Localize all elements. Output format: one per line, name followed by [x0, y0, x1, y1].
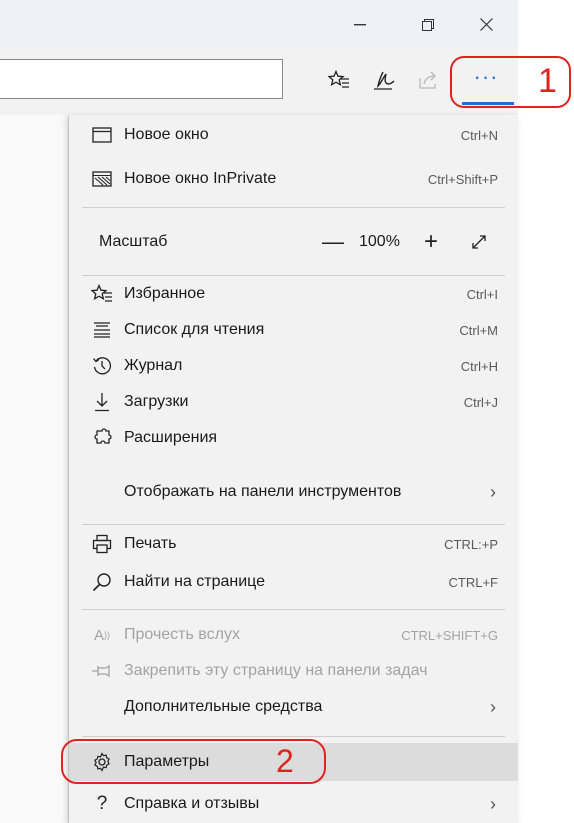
share-icon — [419, 71, 436, 89]
menu-item-reading-list[interactable]: Список для чтения Ctrl+M — [69, 312, 518, 348]
menu-item-label: Прочесть вслух — [124, 626, 240, 643]
shortcut-label: Ctrl+M — [459, 322, 498, 338]
fullscreen-button[interactable] — [467, 230, 491, 254]
menu-item-label: Избранное — [124, 285, 206, 302]
page-content-left — [0, 115, 68, 823]
annotation-step-1: 1 — [538, 62, 557, 100]
notes-button[interactable] — [369, 65, 399, 95]
favorites-hub-button[interactable] — [324, 65, 354, 95]
menu-item-new-window[interactable]: Новое окно Ctrl+N — [69, 117, 518, 153]
menu-item-label: Расширения — [124, 429, 218, 446]
menu-separator — [82, 524, 505, 525]
private-window-icon — [91, 169, 113, 189]
menu-item-extensions[interactable]: Расширения — [69, 420, 518, 456]
restore-icon — [422, 18, 434, 31]
shortcut-label: CTRL:+P — [444, 536, 498, 552]
menu-item-help[interactable]: ? Справка и отзывы › — [69, 786, 518, 822]
reading-list-icon — [91, 320, 113, 340]
share-button[interactable] — [414, 65, 444, 95]
shortcut-label: Ctrl+Shift+P — [427, 171, 498, 187]
menu-item-label: Дополнительные средства — [124, 698, 323, 715]
menu-item-label: Отображать на панели инструментов — [124, 483, 402, 500]
star-list-icon — [91, 284, 113, 304]
menu-item-show-in-toolbar[interactable]: Отображать на панели инструментов › — [69, 474, 518, 510]
menu-item-print[interactable]: Печать CTRL:+P — [69, 526, 518, 562]
favorites-hub-icon — [328, 70, 349, 88]
menu-item-downloads[interactable]: Загрузки Ctrl+J — [69, 384, 518, 420]
chevron-right-icon: › — [490, 696, 496, 717]
close-button[interactable] — [463, 0, 509, 49]
pin-icon — [91, 661, 113, 681]
search-icon — [91, 572, 113, 592]
window-icon — [91, 125, 113, 145]
menu-item-label: Найти на странице — [124, 573, 266, 590]
pen-icon — [374, 71, 395, 90]
browser-toolbar: ··· — [0, 49, 518, 115]
settings-more-menu: Новое окно Ctrl+N Новое окно InPrivate C… — [69, 115, 518, 823]
title-bar — [0, 0, 518, 49]
zoom-out-button[interactable]: — — [321, 229, 345, 255]
chevron-right-icon: › — [490, 793, 496, 814]
zoom-row: Масштаб — 100% + — [69, 222, 518, 262]
restore-button[interactable] — [405, 0, 451, 49]
menu-item-label: Справка и отзывы — [124, 795, 260, 812]
menu-item-label: Журнал — [124, 357, 183, 374]
menu-item-label: Печать — [124, 535, 177, 552]
menu-item-label: Загрузки — [124, 393, 189, 410]
zoom-label: Масштаб — [99, 233, 168, 250]
menu-item-more-tools[interactable]: Дополнительные средства › — [69, 689, 518, 725]
print-icon — [91, 534, 113, 554]
menu-item-label: Закрепить эту страницу на панели задач — [124, 662, 428, 679]
annotation-step-2: 2 — [276, 743, 294, 779]
download-icon — [91, 392, 113, 412]
menu-item-find[interactable]: Найти на странице CTRL+F — [69, 564, 518, 600]
history-icon — [91, 356, 113, 376]
fullscreen-icon — [472, 235, 486, 249]
menu-item-label: Новое окно InPrivate — [124, 170, 277, 187]
menu-item-new-private-window[interactable]: Новое окно InPrivate Ctrl+Shift+P — [69, 161, 518, 197]
menu-item-history[interactable]: Журнал Ctrl+H — [69, 348, 518, 384]
menu-item-label: Новое окно — [124, 126, 209, 143]
shortcut-label: Ctrl+J — [463, 394, 498, 410]
shortcut-label: Ctrl+H — [460, 358, 498, 374]
shortcut-label: CTRL+SHIFT+G — [401, 627, 498, 643]
close-icon — [479, 18, 493, 31]
menu-separator — [82, 609, 505, 610]
read-aloud-icon: A)) — [93, 626, 110, 644]
shortcut-label: Ctrl+I — [466, 286, 498, 302]
menu-separator — [82, 207, 505, 208]
menu-item-favorites[interactable]: Избранное Ctrl+I — [69, 276, 518, 312]
shortcut-label: CTRL+F — [448, 574, 498, 590]
menu-item-label: Список для чтения — [124, 321, 265, 338]
minimize-icon — [354, 23, 366, 25]
zoom-in-button[interactable]: + — [419, 228, 443, 256]
zoom-value: 100% — [359, 233, 400, 250]
menu-item-pin-taskbar: Закрепить эту страницу на панели задач — [69, 653, 518, 689]
extensions-icon — [91, 428, 113, 448]
help-icon: ? — [96, 793, 108, 814]
minimize-button[interactable] — [337, 0, 383, 49]
chevron-right-icon: › — [490, 481, 496, 502]
address-bar[interactable] — [0, 59, 283, 99]
menu-item-read-aloud: A)) Прочесть вслух CTRL+SHIFT+G — [69, 617, 518, 653]
menu-separator — [82, 736, 505, 737]
page-background — [518, 0, 574, 823]
shortcut-label: Ctrl+N — [460, 127, 498, 143]
